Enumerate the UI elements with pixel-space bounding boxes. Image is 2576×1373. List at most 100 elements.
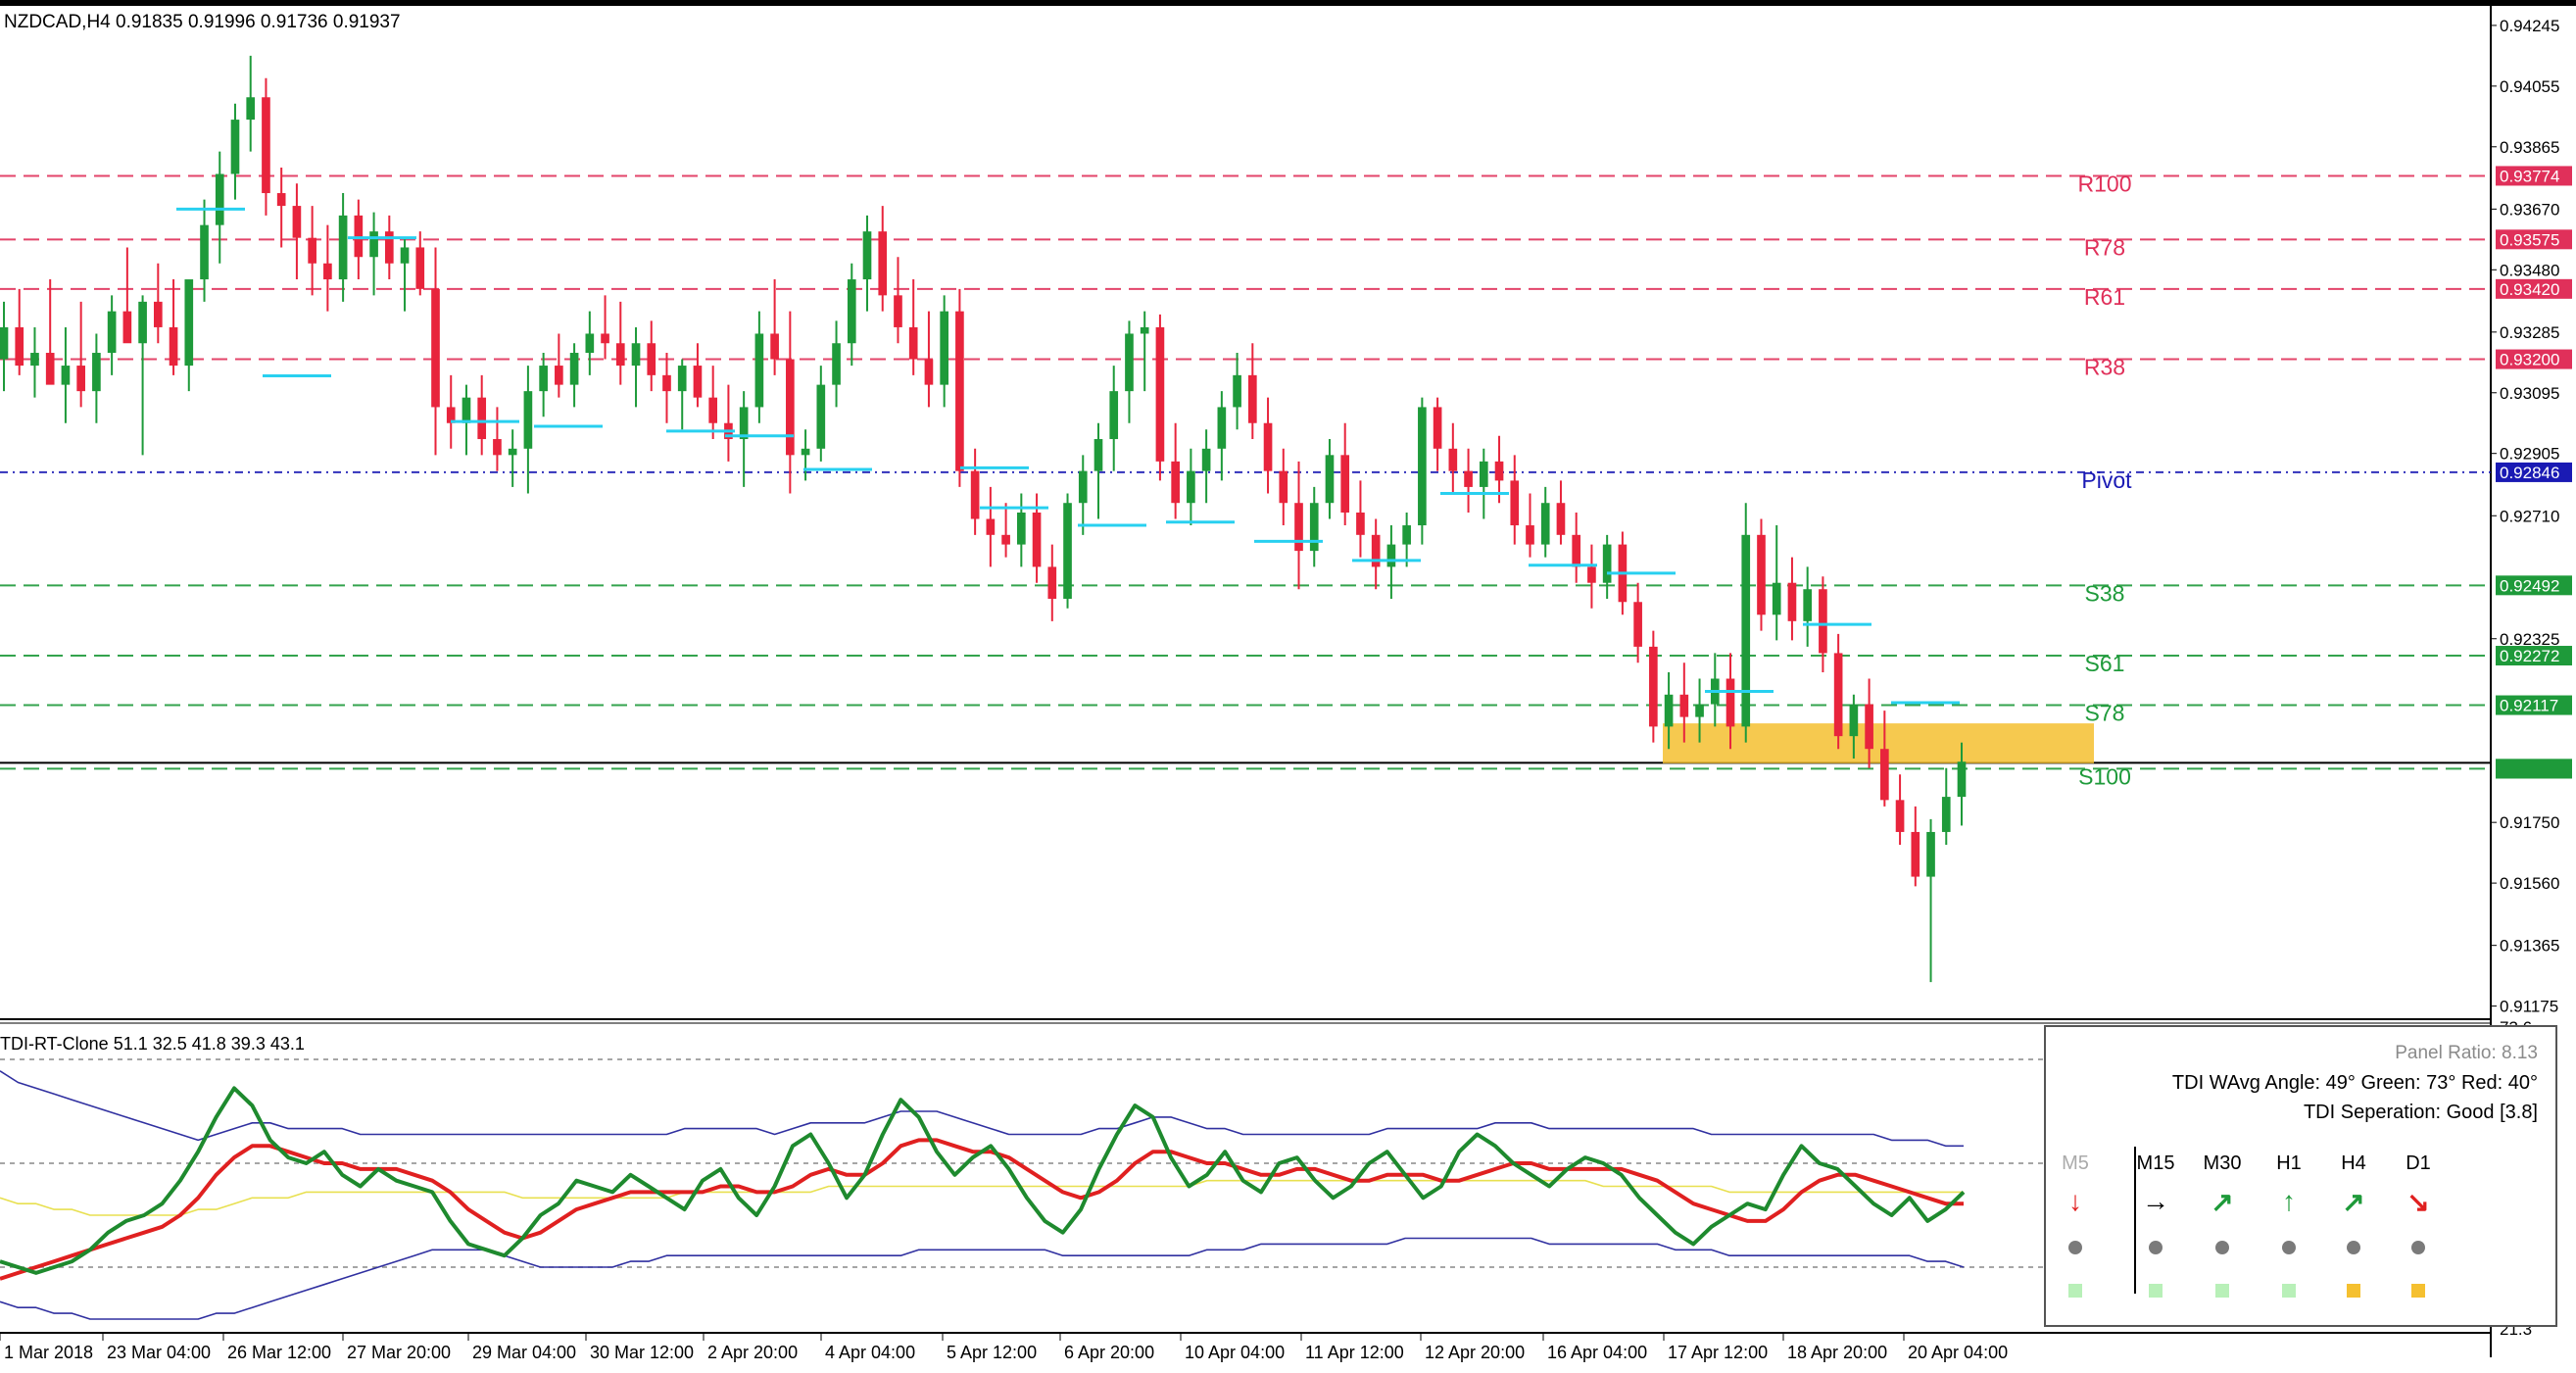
candle-body bbox=[354, 215, 364, 258]
candle-body bbox=[1479, 461, 1488, 487]
y-tick-label: 0.92710 bbox=[2500, 507, 2559, 525]
candle-body bbox=[801, 448, 810, 456]
indicator-series bbox=[0, 1237, 1965, 1320]
candle-body bbox=[1833, 653, 1843, 737]
candle-body bbox=[323, 263, 332, 280]
candle-body bbox=[523, 391, 533, 449]
candle-body bbox=[169, 326, 178, 367]
candle-body bbox=[816, 384, 826, 449]
price-tag-label: 0.93774 bbox=[2500, 167, 2559, 185]
candle-body bbox=[1263, 422, 1273, 471]
candle-body bbox=[847, 279, 856, 344]
y-tick-label: 0.94245 bbox=[2500, 17, 2559, 35]
candle-body bbox=[1664, 694, 1674, 727]
level-label: Pivot bbox=[2081, 467, 2132, 493]
candle-body bbox=[1895, 800, 1905, 832]
tdi-angle: TDI WAvg Angle: 49° Green: 73° Red: 40° bbox=[2171, 1072, 2538, 1094]
status-square bbox=[2068, 1284, 2082, 1298]
panel-ratio: Panel Ratio: 8.13 bbox=[2395, 1043, 2538, 1063]
candle-body bbox=[986, 518, 996, 535]
candle-body bbox=[1433, 407, 1442, 449]
top-border bbox=[0, 0, 2576, 6]
candle-body bbox=[693, 366, 703, 398]
timeframe-label: D1 bbox=[2406, 1152, 2431, 1174]
candle-body bbox=[585, 333, 595, 354]
timeframe-label: M5 bbox=[2062, 1152, 2089, 1174]
candle-body bbox=[1941, 797, 1951, 832]
price-tag-label: 0.92846 bbox=[2500, 464, 2559, 482]
level-label: S61 bbox=[2085, 651, 2125, 676]
candle-body bbox=[1556, 503, 1566, 535]
candle-body bbox=[1171, 461, 1180, 504]
candle-body bbox=[1340, 455, 1350, 513]
candle-body bbox=[1572, 534, 1581, 567]
candle-body bbox=[615, 343, 625, 367]
zone-rect bbox=[1663, 723, 2094, 763]
y-tick-label: 0.91560 bbox=[2500, 874, 2559, 893]
candle-body bbox=[1356, 513, 1365, 535]
level-label: S78 bbox=[2085, 701, 2125, 726]
candle-body bbox=[1926, 831, 1935, 877]
timeframe-label: M15 bbox=[2136, 1152, 2175, 1174]
trend-arrow-icon: ↓ bbox=[2068, 1186, 2082, 1216]
candle-body bbox=[1187, 470, 1195, 504]
candle-body bbox=[601, 333, 609, 344]
support-zone bbox=[1663, 723, 2094, 763]
candle-body bbox=[1247, 374, 1257, 423]
candle-body bbox=[1649, 646, 1658, 727]
candle-body bbox=[786, 359, 795, 456]
current-price-tag bbox=[2496, 759, 2572, 779]
candle-body bbox=[477, 397, 487, 440]
candle-body bbox=[415, 247, 425, 289]
candle-body bbox=[1233, 374, 1241, 408]
candle-body bbox=[569, 353, 579, 385]
candle-body bbox=[462, 397, 471, 423]
x-tick-label: 5 Apr 12:00 bbox=[947, 1343, 1037, 1362]
status-dot bbox=[2411, 1241, 2425, 1254]
time-axis: 1 Mar 2018 23 Mar 04:00 26 Mar 12:00 27 Mar… bbox=[0, 1333, 2008, 1362]
candle-body bbox=[1140, 326, 1149, 334]
candle-body bbox=[1911, 831, 1920, 877]
indicator-series bbox=[0, 1086, 1966, 1275]
status-dot bbox=[2215, 1241, 2229, 1254]
level-label: S100 bbox=[2078, 763, 2131, 789]
candle-body bbox=[138, 301, 147, 344]
trend-arrow-icon: ↘ bbox=[2406, 1187, 2430, 1217]
candle-body bbox=[631, 343, 641, 367]
x-tick-label: 2 Apr 20:00 bbox=[707, 1343, 798, 1362]
candle-body bbox=[1695, 704, 1704, 717]
candle-body bbox=[924, 359, 934, 385]
x-tick-label: 17 Apr 12:00 bbox=[1668, 1343, 1768, 1362]
candle-body bbox=[1063, 503, 1072, 600]
x-tick-label: 11 Apr 12:00 bbox=[1305, 1343, 1404, 1362]
trend-arrow-icon: ↗ bbox=[2342, 1187, 2365, 1217]
x-tick-label: 10 Apr 04:00 bbox=[1185, 1343, 1285, 1362]
price-tag-label: 0.92492 bbox=[2500, 576, 2559, 595]
candle-body bbox=[1109, 391, 1119, 440]
candle-body bbox=[708, 397, 718, 423]
y-tick-label: 0.92905 bbox=[2500, 445, 2559, 464]
level-label: S38 bbox=[2085, 580, 2125, 606]
candle-body bbox=[107, 311, 117, 354]
candle-body bbox=[92, 353, 101, 392]
candle-body bbox=[1803, 589, 1813, 621]
candle-body bbox=[400, 247, 410, 264]
candle-body bbox=[1540, 503, 1550, 545]
candle-body bbox=[1078, 470, 1088, 504]
candle-body bbox=[338, 215, 348, 280]
candle-body bbox=[15, 326, 24, 367]
y-tick-label: 0.93480 bbox=[2500, 261, 2559, 279]
candle-body bbox=[184, 279, 194, 367]
candle-body bbox=[215, 173, 224, 225]
candle-body bbox=[1772, 582, 1781, 615]
candle-body bbox=[1819, 589, 1827, 654]
candle-body bbox=[1201, 448, 1211, 471]
price-tag-label: 0.93200 bbox=[2500, 351, 2559, 369]
indicator-series bbox=[0, 1070, 1964, 1148]
candle-body bbox=[1294, 503, 1303, 552]
candle-body bbox=[1494, 461, 1504, 481]
level-label: R78 bbox=[2084, 234, 2125, 260]
candle-body bbox=[1386, 544, 1396, 567]
candle-body bbox=[431, 288, 440, 408]
candle-body bbox=[1402, 525, 1411, 545]
